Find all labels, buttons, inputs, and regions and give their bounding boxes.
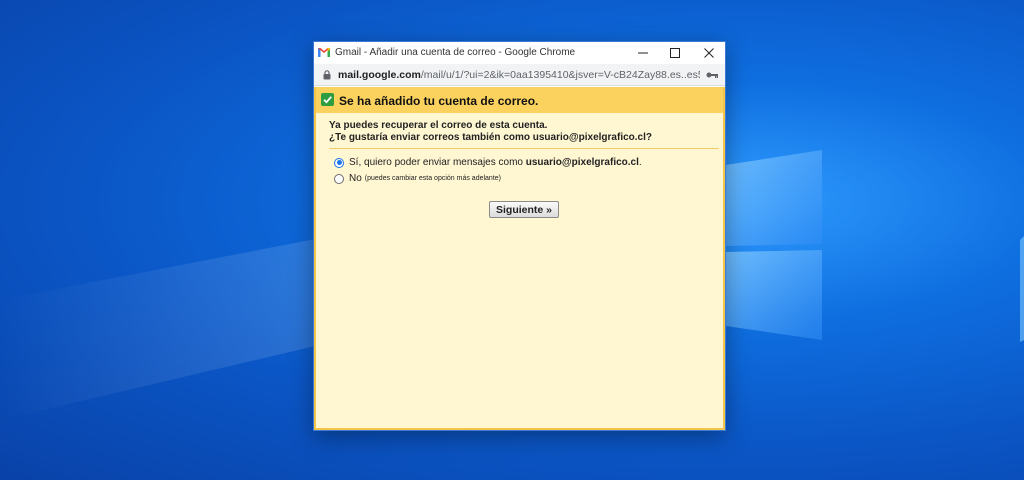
url-host: mail.google.com [338, 69, 421, 81]
chrome-popup-window: Gmail - Añadir una cuenta de correo - Go… [313, 41, 726, 431]
window-title: Gmail - Añadir una cuenta de correo - Go… [335, 47, 576, 58]
maximize-button[interactable] [659, 42, 691, 64]
option-no[interactable]: No (puedes cambiar esta opción más adelan… [334, 173, 501, 184]
add-account-content: Se ha añadido tu cuenta de correo. Ya pu… [314, 87, 725, 430]
message-line-2: ¿Te gustaría enviar correos también como… [329, 132, 652, 143]
option-no-label: No [349, 173, 362, 184]
address-bar[interactable]: mail.google.com/mail/u/1/?ui=2&ik=0aa139… [314, 64, 725, 86]
success-banner: Se ha añadido tu cuenta de correo. [316, 87, 723, 113]
message-line-1: Ya puedes recuperar el correo de esta cu… [329, 120, 548, 131]
option-yes-label: Sí, quiero poder enviar mensajes como [349, 157, 523, 168]
close-button[interactable] [693, 42, 725, 64]
close-icon [704, 48, 714, 58]
check-icon [321, 93, 334, 106]
account-message: Ya puedes recuperar el correo de esta cu… [329, 120, 652, 144]
radio-no[interactable] [334, 173, 344, 184]
option-yes-suffix: . [638, 157, 642, 168]
minimize-icon [638, 52, 648, 54]
maximize-icon [670, 48, 680, 58]
url-text[interactable]: mail.google.com/mail/u/1/?ui=2&ik=0aa139… [338, 69, 700, 81]
key-icon[interactable] [706, 71, 718, 79]
minimize-button[interactable] [627, 42, 659, 64]
divider [329, 148, 719, 149]
banner-text: Se ha añadido tu cuenta de correo. [339, 94, 539, 108]
lock-icon[interactable] [323, 70, 331, 80]
option-no-note: (puedes cambiar esta opción más adelante… [364, 175, 501, 182]
next-button[interactable]: Siguiente » [489, 201, 560, 218]
option-yes-email: usuario@pixelgrafico.cl [525, 157, 639, 168]
radio-yes[interactable] [334, 157, 344, 168]
gmail-icon [318, 48, 330, 57]
option-yes[interactable]: Sí, quiero poder enviar mensajes como us… [334, 157, 642, 168]
title-bar[interactable]: Gmail - Añadir una cuenta de correo - Go… [314, 42, 725, 64]
url-path: /mail/u/1/?ui=2&ik=0aa1395410&jsver=V-cB… [420, 69, 700, 81]
